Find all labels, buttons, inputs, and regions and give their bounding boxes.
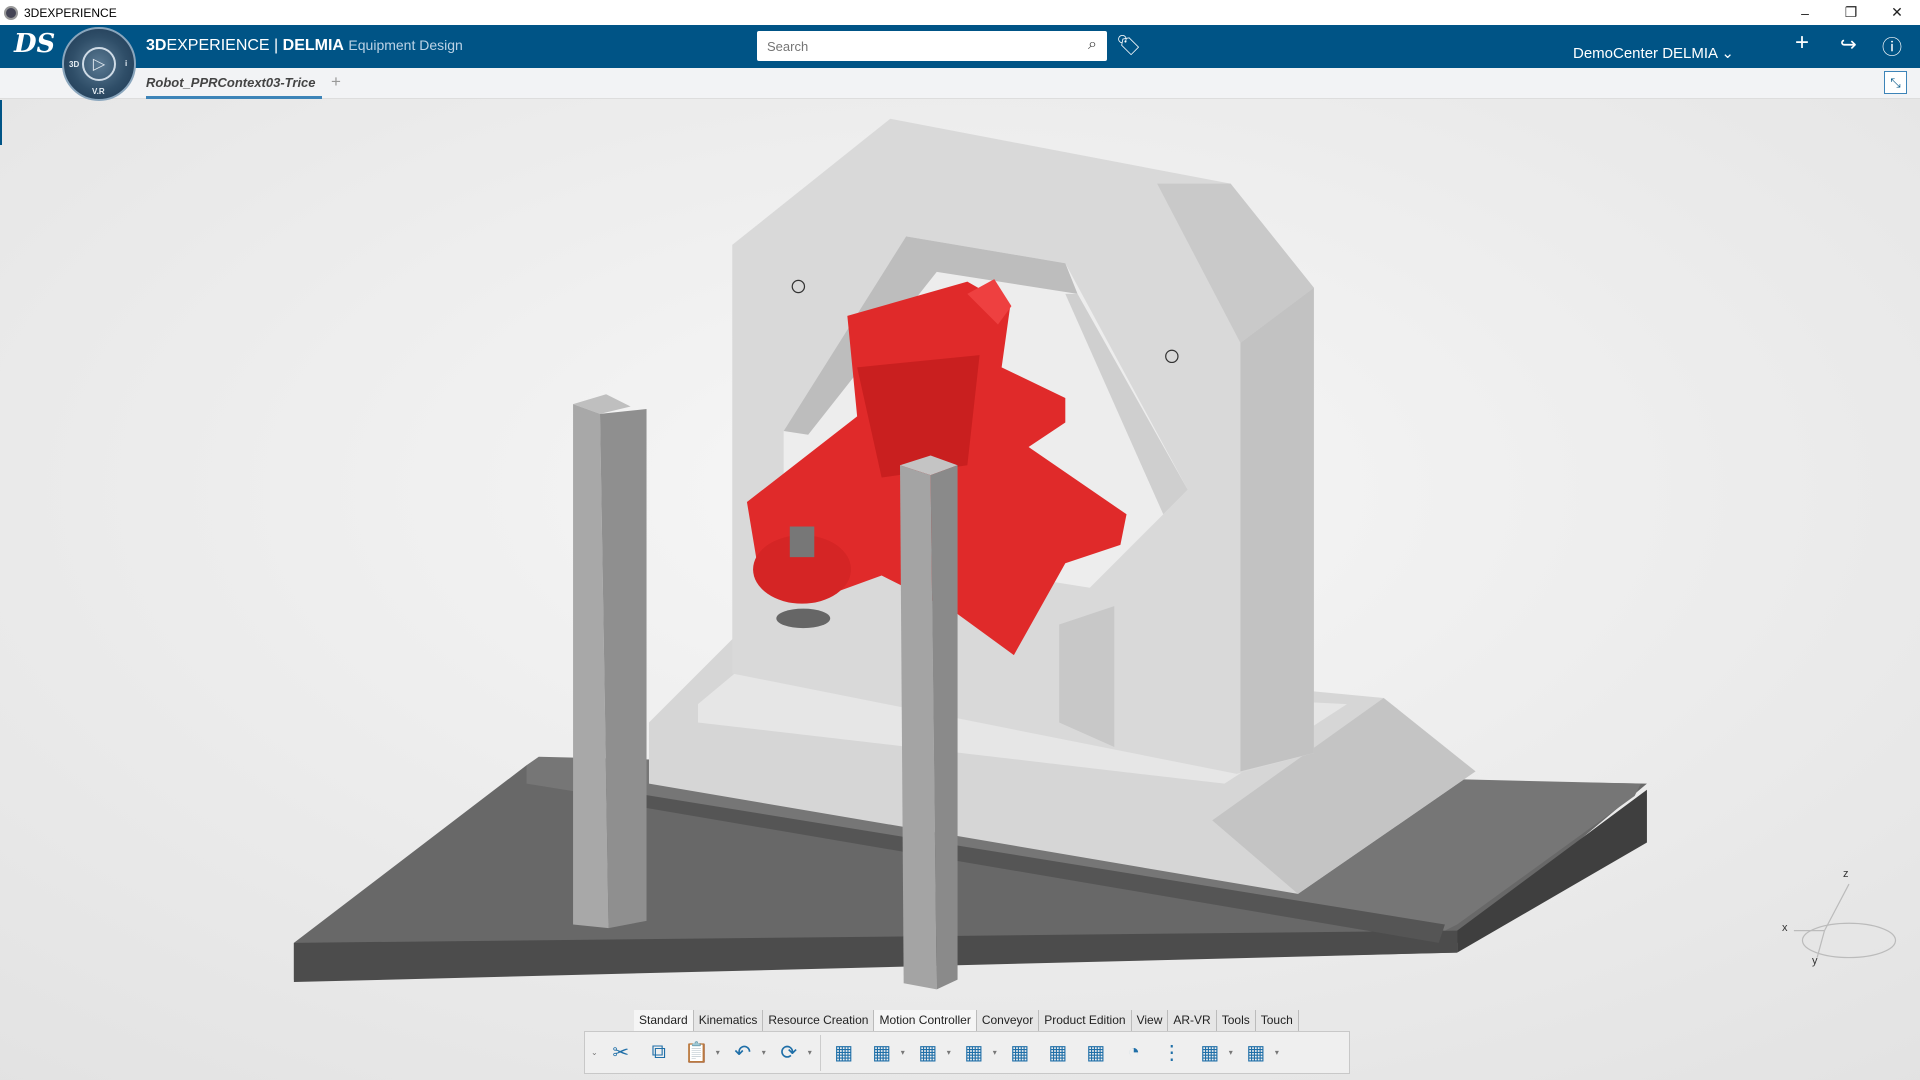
axis-z-label: z xyxy=(1843,868,1849,880)
tool-attach-icon[interactable]: ▦ xyxy=(1195,1038,1225,1068)
device-settings-icon[interactable]: ▦ xyxy=(867,1038,897,1068)
pillar-left xyxy=(573,394,647,929)
brand: 3DEXPERIENCE | DELMIA Equipment Design xyxy=(146,37,463,54)
home-position-icon[interactable]: ▦ xyxy=(1043,1038,1073,1068)
tag-icon[interactable]: 🏷 xyxy=(1116,33,1141,58)
device-icon[interactable]: ▦ xyxy=(829,1038,859,1068)
share-icon[interactable]: ↪ xyxy=(1840,32,1857,57)
search-input[interactable] xyxy=(767,38,1067,54)
copy-icon[interactable]: ⧉ xyxy=(644,1038,674,1068)
undo-icon[interactable]: ↶ xyxy=(728,1038,758,1068)
tab-kinematics[interactable]: Kinematics xyxy=(693,1010,764,1031)
help-icon[interactable]: ⓘ xyxy=(1882,31,1902,60)
side-panel-handle[interactable] xyxy=(0,100,2,145)
mount-icon[interactable]: ▦ xyxy=(1005,1038,1035,1068)
collapse-icon[interactable]: ⤡ xyxy=(1884,71,1907,94)
device-product-icon[interactable]: ▦ xyxy=(959,1038,989,1068)
document-tabbar: Robot_PPRContext03-Trice + ⤡ xyxy=(0,68,1920,99)
search-icon[interactable]: ⌕ xyxy=(1088,36,1097,54)
tab-standard[interactable]: Standard xyxy=(634,1010,694,1031)
compass-widget[interactable]: 3D V.R i ▷ xyxy=(62,27,136,101)
robot-icon[interactable]: ▦ xyxy=(913,1038,943,1068)
abc-sequence-icon[interactable]: ⋮ xyxy=(1157,1038,1187,1068)
compass-label-3d[interactable]: 3D xyxy=(69,60,79,69)
paste-icon[interactable]: 📋 xyxy=(682,1038,712,1068)
compass-label-i[interactable]: i xyxy=(125,59,127,68)
tab-ar-vr[interactable]: AR-VR xyxy=(1168,1010,1217,1031)
search-field[interactable]: ⌕ xyxy=(757,31,1107,61)
tab-resource-creation[interactable]: Resource Creation xyxy=(763,1010,875,1031)
pillar-right xyxy=(900,455,958,990)
cut-icon[interactable]: ✂ xyxy=(606,1038,636,1068)
tab-motion-controller[interactable]: Motion Controller xyxy=(874,1010,977,1031)
speed-icon[interactable]: ◔ xyxy=(1119,1038,1149,1068)
action-bar-expand-icon[interactable]: ⌄ xyxy=(591,1048,598,1057)
tab-conveyor[interactable]: Conveyor xyxy=(976,1010,1040,1031)
ds-logo-icon[interactable]: DS xyxy=(14,29,55,59)
top-bar: DS 3DEXPERIENCE | DELMIA Equipment Desig… xyxy=(0,25,1920,68)
tab-tools[interactable]: Tools xyxy=(1216,1010,1256,1031)
compass-label-vr[interactable]: V.R xyxy=(92,87,105,96)
add-icon[interactable]: + xyxy=(1795,29,1809,57)
axis-x-label: x xyxy=(1782,922,1788,934)
play-icon[interactable]: ▷ xyxy=(82,47,116,81)
tab-product-edition[interactable]: Product Edition xyxy=(1039,1010,1132,1031)
3d-viewport[interactable] xyxy=(0,0,1920,1080)
tab-document[interactable]: Robot_PPRContext03-Trice xyxy=(146,75,322,99)
add-tab-button[interactable]: + xyxy=(331,72,341,92)
app-name: Equipment Design xyxy=(348,37,463,53)
joint-table-icon[interactable]: ▦ xyxy=(1081,1038,1111,1068)
axis-y-label: y xyxy=(1812,955,1818,967)
action-bar: ⌄ ✂ ⧉ 📋 ▾ ↶ ▾ ⟳ ▾ ▦ ▦ ▾ ▦ ▾ ▦ ▾ ▦ ▦ ▦ ◔ ⋮ ▦ ▾ ▦… xyxy=(584,1031,1350,1074)
update-icon[interactable]: ⟳ xyxy=(774,1038,804,1068)
tab-view[interactable]: View xyxy=(1131,1010,1169,1031)
action-bar-tabs: Standard Kinematics Resource Creation Mo… xyxy=(634,1010,1299,1031)
device-tools-icon[interactable]: ▦ xyxy=(1241,1038,1271,1068)
user-menu[interactable]: DemoCenter DELMIA ⌄ xyxy=(1573,44,1734,62)
tab-touch[interactable]: Touch xyxy=(1255,1010,1299,1031)
